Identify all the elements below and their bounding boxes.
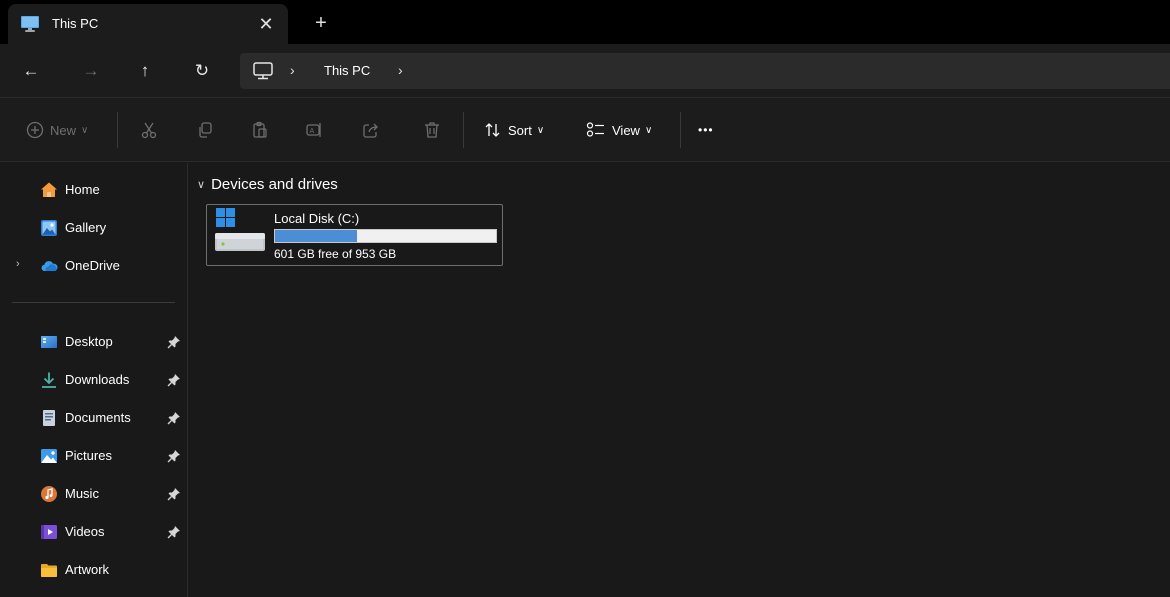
monitor-icon[interactable]: [252, 61, 274, 81]
sidebar-item-music[interactable]: Music: [0, 479, 188, 509]
pin-icon[interactable]: [167, 525, 181, 539]
documents-icon: [43, 410, 55, 426]
drive-name: Local Disk (C:): [274, 211, 360, 226]
breadcrumb-chevron-icon[interactable]: ›: [290, 62, 295, 78]
rename-button[interactable]: A: [305, 118, 323, 142]
divider: [117, 112, 118, 148]
trash-icon: [425, 122, 439, 138]
tab-this-pc[interactable]: This PC ✕: [8, 4, 288, 44]
cut-button[interactable]: [140, 118, 158, 142]
folder-icon: [41, 564, 57, 577]
desktop-icon: [41, 336, 57, 348]
sidebar-item-label: Pictures: [65, 448, 112, 463]
sidebar-item-gallery[interactable]: Gallery: [0, 213, 188, 243]
breadcrumb-chevron-icon[interactable]: ›: [398, 62, 403, 78]
view-list-icon: [586, 122, 604, 137]
drive-tile-local-disk-c[interactable]: Local Disk (C:) 601 GB free of 953 GB: [206, 204, 503, 266]
refresh-icon[interactable]: ↻: [188, 57, 216, 85]
group-title: Devices and drives: [211, 176, 338, 193]
more-icon: •••: [698, 123, 714, 137]
this-pc-icon: [21, 16, 39, 32]
chevron-down-icon: ∨: [536, 124, 545, 136]
navigation-bar: ← → ↑ ↻ › This PC ›: [0, 44, 1170, 98]
sidebar-item-label: Desktop: [65, 334, 113, 349]
sidebar-item-label: Gallery: [65, 220, 107, 235]
rename-icon: A: [306, 123, 321, 137]
pin-icon[interactable]: [167, 373, 181, 387]
view-button[interactable]: View ∨: [586, 118, 652, 142]
divider: [463, 112, 464, 148]
tab-title: This PC: [52, 16, 99, 31]
chevron-down-icon: ∨: [644, 124, 653, 136]
chevron-down-icon: ∨: [81, 124, 89, 136]
chevron-right-icon[interactable]: ›: [16, 258, 20, 270]
copy-button[interactable]: [196, 118, 214, 142]
plus-circle-icon: [26, 121, 44, 139]
videos-icon: [41, 525, 57, 539]
pin-icon[interactable]: [167, 411, 181, 425]
sidebar-item-label: Documents: [65, 410, 131, 425]
music-icon: [41, 486, 57, 502]
address-bar[interactable]: › This PC ›: [240, 53, 1170, 89]
sort-label: Sort: [508, 122, 532, 138]
sidebar-divider: [12, 302, 175, 303]
sidebar-item-label: Videos: [65, 524, 105, 539]
sort-button[interactable]: Sort ∨: [484, 118, 544, 142]
view-label: View: [612, 122, 640, 138]
gallery-icon: [41, 220, 57, 236]
up-icon[interactable]: ↑: [131, 57, 159, 85]
pin-icon[interactable]: [167, 449, 181, 463]
paste-button[interactable]: [251, 118, 269, 142]
scissors-icon: [141, 122, 157, 139]
sidebar-item-artwork[interactable]: Artwork: [0, 555, 188, 585]
group-header-devices-and-drives[interactable]: ∨ Devices and drives: [197, 176, 338, 193]
new-button[interactable]: New ∨: [26, 118, 88, 142]
divider: [680, 112, 681, 148]
sidebar-item-downloads[interactable]: Downloads: [0, 365, 188, 395]
home-icon: [41, 182, 57, 197]
sidebar-item-label: Home: [65, 182, 100, 197]
forward-icon[interactable]: →: [77, 57, 105, 85]
paste-icon: [253, 121, 267, 138]
sidebar-item-documents[interactable]: Documents: [0, 403, 188, 433]
new-label: New: [50, 122, 77, 138]
tab-strip: This PC ✕ +: [0, 0, 1170, 44]
hard-drive-icon: [215, 208, 265, 251]
svg-text:A: A: [310, 127, 315, 135]
drive-usage-fill: [275, 230, 357, 242]
pin-icon[interactable]: [167, 487, 181, 501]
more-options-button[interactable]: •••: [698, 118, 714, 142]
pictures-icon: [41, 449, 57, 463]
navigation-pane: Home Gallery › OneDrive Desktop Download…: [0, 163, 188, 597]
sidebar-item-videos[interactable]: Videos: [0, 517, 188, 547]
copy-icon: [199, 122, 212, 138]
file-list-pane: ∨ Devices and drives Local Disk (C:) 601…: [189, 163, 1170, 597]
share-icon: [363, 123, 378, 138]
sidebar-item-pictures[interactable]: Pictures: [0, 441, 188, 471]
back-icon[interactable]: ←: [17, 57, 45, 85]
sidebar-item-home[interactable]: Home: [0, 175, 188, 205]
file-explorer-window: This PC ✕ + ← → ↑ ↻ › This PC › New ∨ A …: [0, 0, 1170, 597]
sidebar-item-label: OneDrive: [65, 258, 120, 273]
sidebar-item-label: Downloads: [65, 372, 130, 387]
sidebar-item-label: Artwork: [65, 562, 110, 577]
close-tab-icon[interactable]: ✕: [254, 12, 278, 36]
pin-icon[interactable]: [167, 335, 181, 349]
new-tab-icon[interactable]: +: [308, 10, 334, 36]
breadcrumb-this-pc[interactable]: This PC: [324, 63, 370, 78]
onedrive-icon: [41, 261, 58, 271]
sidebar-item-onedrive[interactable]: › OneDrive: [0, 251, 188, 281]
downloads-icon: [42, 372, 56, 388]
sidebar-item-desktop[interactable]: Desktop: [0, 327, 188, 357]
drive-free-space: 601 GB free of 953 GB: [274, 247, 397, 261]
sidebar-item-label: Music: [65, 486, 99, 501]
command-bar: New ∨ A Sort ∨ View ∨ •••: [0, 98, 1170, 162]
chevron-down-icon[interactable]: ∨: [197, 178, 205, 191]
sort-icon: [485, 123, 500, 137]
delete-button[interactable]: [423, 118, 441, 142]
share-button[interactable]: [362, 118, 380, 142]
drive-usage-bar: [274, 229, 497, 243]
